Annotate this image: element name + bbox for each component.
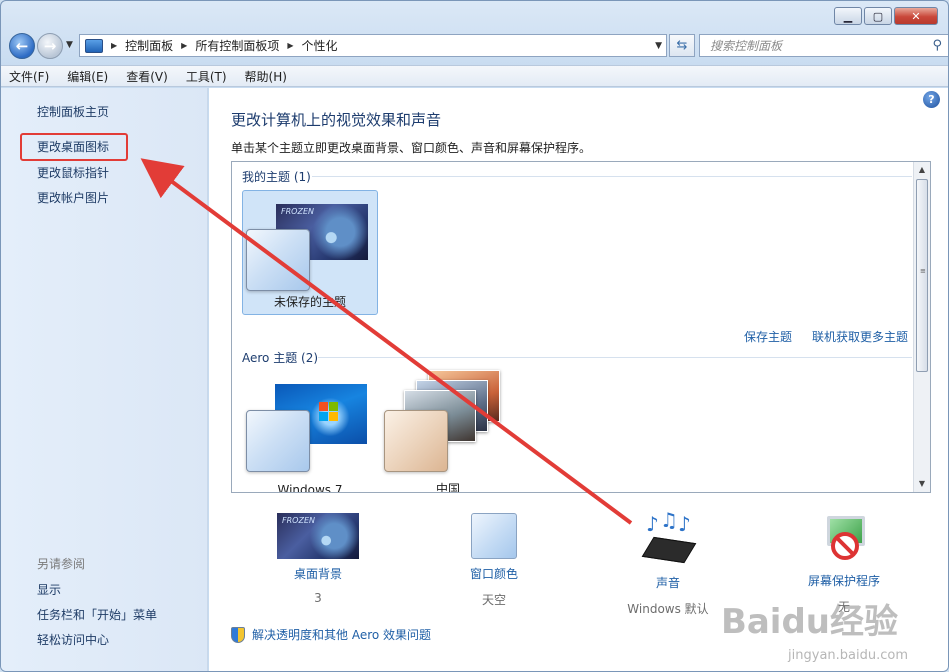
page-title: 更改计算机上的视觉效果和声音 — [231, 111, 442, 129]
theme-list: 我的主题 (1) FROZEN 未保存的主题 保存主题 联机获取更多主题 Aer… — [231, 161, 931, 493]
shield-icon — [231, 626, 245, 643]
breadcrumb-control-panel[interactable]: 控制面板 — [125, 37, 173, 54]
desktop-background-value: 3 — [314, 591, 322, 605]
window-color-swatch — [246, 410, 310, 472]
aero-themes-header: Aero 主题 (2) — [242, 349, 912, 366]
page-description: 单击某个主题立即更改桌面背景、窗口颜色、声音和屏幕保护程序。 — [231, 141, 592, 155]
chevron-right-icon: ▶ — [287, 41, 294, 50]
change-mouse-pointers-link[interactable]: 更改鼠标指针 — [37, 164, 109, 181]
menu-bar: 文件(F) 编辑(E) 查看(V) 工具(T) 帮助(H) — [1, 65, 948, 87]
minimize-button[interactable]: ▁ — [834, 7, 862, 25]
baidu-watermark-url: jingyan.baidu.com — [788, 648, 908, 663]
search-input[interactable]: 搜索控制面板 ⚲ — [699, 34, 948, 57]
baidu-watermark: Baidu经验 — [720, 602, 898, 642]
maximize-button[interactable]: ▢ — [864, 7, 892, 25]
history-dropdown-icon[interactable]: ▼ — [66, 40, 73, 50]
control-panel-icon — [85, 38, 103, 53]
back-button[interactable]: ← — [9, 33, 35, 59]
theme-china-label: 中国 — [435, 482, 460, 493]
close-button[interactable]: ✕ — [894, 7, 938, 25]
window-color-value: 天空 — [481, 593, 506, 607]
aero-troubleshoot-label[interactable]: 解决透明度和其他 Aero 效果问题 — [252, 626, 431, 643]
my-themes-label: 我的主题 (1) — [242, 170, 311, 184]
menu-view[interactable]: 查看(V) — [126, 68, 168, 85]
taskbar-start-menu-link[interactable]: 任务栏和「开始」菜单 — [37, 606, 157, 623]
address-bar[interactable]: ▶ 控制面板 ▶ 所有控制面板项 ▶ 个性化 ▼ — [79, 34, 667, 57]
desktop-background-label[interactable]: 桌面背景 — [277, 565, 359, 582]
theme-unsaved[interactable]: FROZEN 未保存的主题 — [242, 190, 378, 315]
help-icon[interactable]: ? — [923, 91, 940, 108]
desktop-background-icon: FROZEN — [277, 513, 359, 559]
window-color-swatch — [384, 410, 448, 472]
sounds-item[interactable]: ♪ ♫ ♪ 声音 Windows 默认 — [623, 508, 713, 617]
screen-saver-label[interactable]: 屏幕保护程序 — [799, 572, 889, 589]
address-dropdown-icon[interactable]: ▼ — [655, 41, 662, 51]
forward-button[interactable]: → — [37, 33, 63, 59]
save-theme-link[interactable]: 保存主题 — [744, 328, 792, 345]
refresh-button[interactable]: ⇆ — [669, 34, 695, 57]
menu-help[interactable]: 帮助(H) — [245, 68, 287, 85]
theme-links: 保存主题 联机获取更多主题 — [744, 328, 908, 345]
menu-edit[interactable]: 编辑(E) — [67, 68, 108, 85]
main-content: ? 更改计算机上的视觉效果和声音 单击某个主题立即更改桌面背景、窗口颜色、声音和… — [209, 88, 948, 671]
scroll-down-icon[interactable]: ▼ — [914, 476, 930, 492]
window-color-item[interactable]: 窗口颜色 天空 — [459, 513, 529, 608]
aero-themes-label: Aero 主题 (2) — [242, 351, 319, 365]
theme-windows-7[interactable]: Windows 7 — [242, 370, 378, 493]
chevron-right-icon: ▶ — [181, 41, 188, 50]
refresh-icon: ⇆ — [676, 38, 688, 53]
scroll-thumb[interactable]: ≡ — [916, 179, 928, 372]
menu-tools[interactable]: 工具(T) — [186, 68, 227, 85]
sidebar: 控制面板主页 更改桌面图标 更改鼠标指针 更改帐户图片 另请参阅 显示 任务栏和… — [1, 88, 208, 671]
window-color-swatch — [246, 229, 310, 291]
breadcrumb-personalization[interactable]: 个性化 — [302, 37, 338, 54]
search-icon[interactable]: ⚲ — [932, 38, 942, 53]
sidebar-home-link[interactable]: 控制面板主页 — [37, 103, 109, 120]
sounds-icon: ♪ ♫ ♪ — [638, 508, 698, 568]
forward-arrow-icon: → — [43, 37, 57, 55]
windows-logo-icon — [319, 402, 339, 422]
ease-of-access-link[interactable]: 轻松访问中心 — [37, 631, 109, 648]
back-arrow-icon: ← — [15, 37, 29, 55]
aero-troubleshoot-link[interactable]: 解决透明度和其他 Aero 效果问题 — [231, 626, 431, 643]
theme-list-scrollbar[interactable]: ▲ ≡ ▼ — [913, 162, 930, 492]
desktop-background-item[interactable]: FROZEN 桌面背景 3 — [277, 513, 359, 605]
my-themes-header: 我的主题 (1) — [242, 168, 912, 185]
display-link[interactable]: 显示 — [37, 581, 61, 598]
theme-windows-7-label: Windows 7 — [277, 483, 343, 493]
get-more-themes-link[interactable]: 联机获取更多主题 — [812, 328, 908, 345]
change-account-picture-link[interactable]: 更改帐户图片 — [37, 189, 109, 206]
title-buttons: ▁ ▢ ✕ — [834, 7, 938, 25]
scroll-up-icon[interactable]: ▲ — [914, 162, 930, 178]
window-color-label[interactable]: 窗口颜色 — [459, 565, 529, 582]
search-placeholder: 搜索控制面板 — [710, 39, 783, 53]
control-panel-window: ▁ ▢ ✕ ← → ▼ ▶ 控制面板 ▶ 所有控制面板项 ▶ 个性化 ▼ ⇆ 搜索控制… — [0, 0, 949, 672]
sounds-label[interactable]: 声音 — [623, 574, 713, 591]
frozen-logo-text: FROZEN — [282, 516, 315, 525]
breadcrumb-all-items[interactable]: 所有控制面板项 — [195, 37, 279, 54]
navigation-bar: ← → ▼ ▶ 控制面板 ▶ 所有控制面板项 ▶ 个性化 ▼ ⇆ 搜索控制面板 ⚲ — [9, 31, 948, 61]
menu-file[interactable]: 文件(F) — [9, 68, 49, 85]
chevron-right-icon: ▶ — [111, 41, 118, 50]
screen-saver-icon — [819, 510, 869, 566]
frozen-logo-text: FROZEN — [281, 207, 314, 216]
theme-unsaved-label: 未保存的主题 — [273, 295, 346, 309]
see-also-heading: 另请参阅 — [37, 557, 86, 571]
theme-china[interactable]: 中国 — [380, 370, 516, 493]
change-desktop-icons-link[interactable]: 更改桌面图标 — [37, 138, 109, 155]
sounds-value: Windows 默认 — [627, 602, 709, 616]
window-color-icon — [471, 513, 517, 559]
